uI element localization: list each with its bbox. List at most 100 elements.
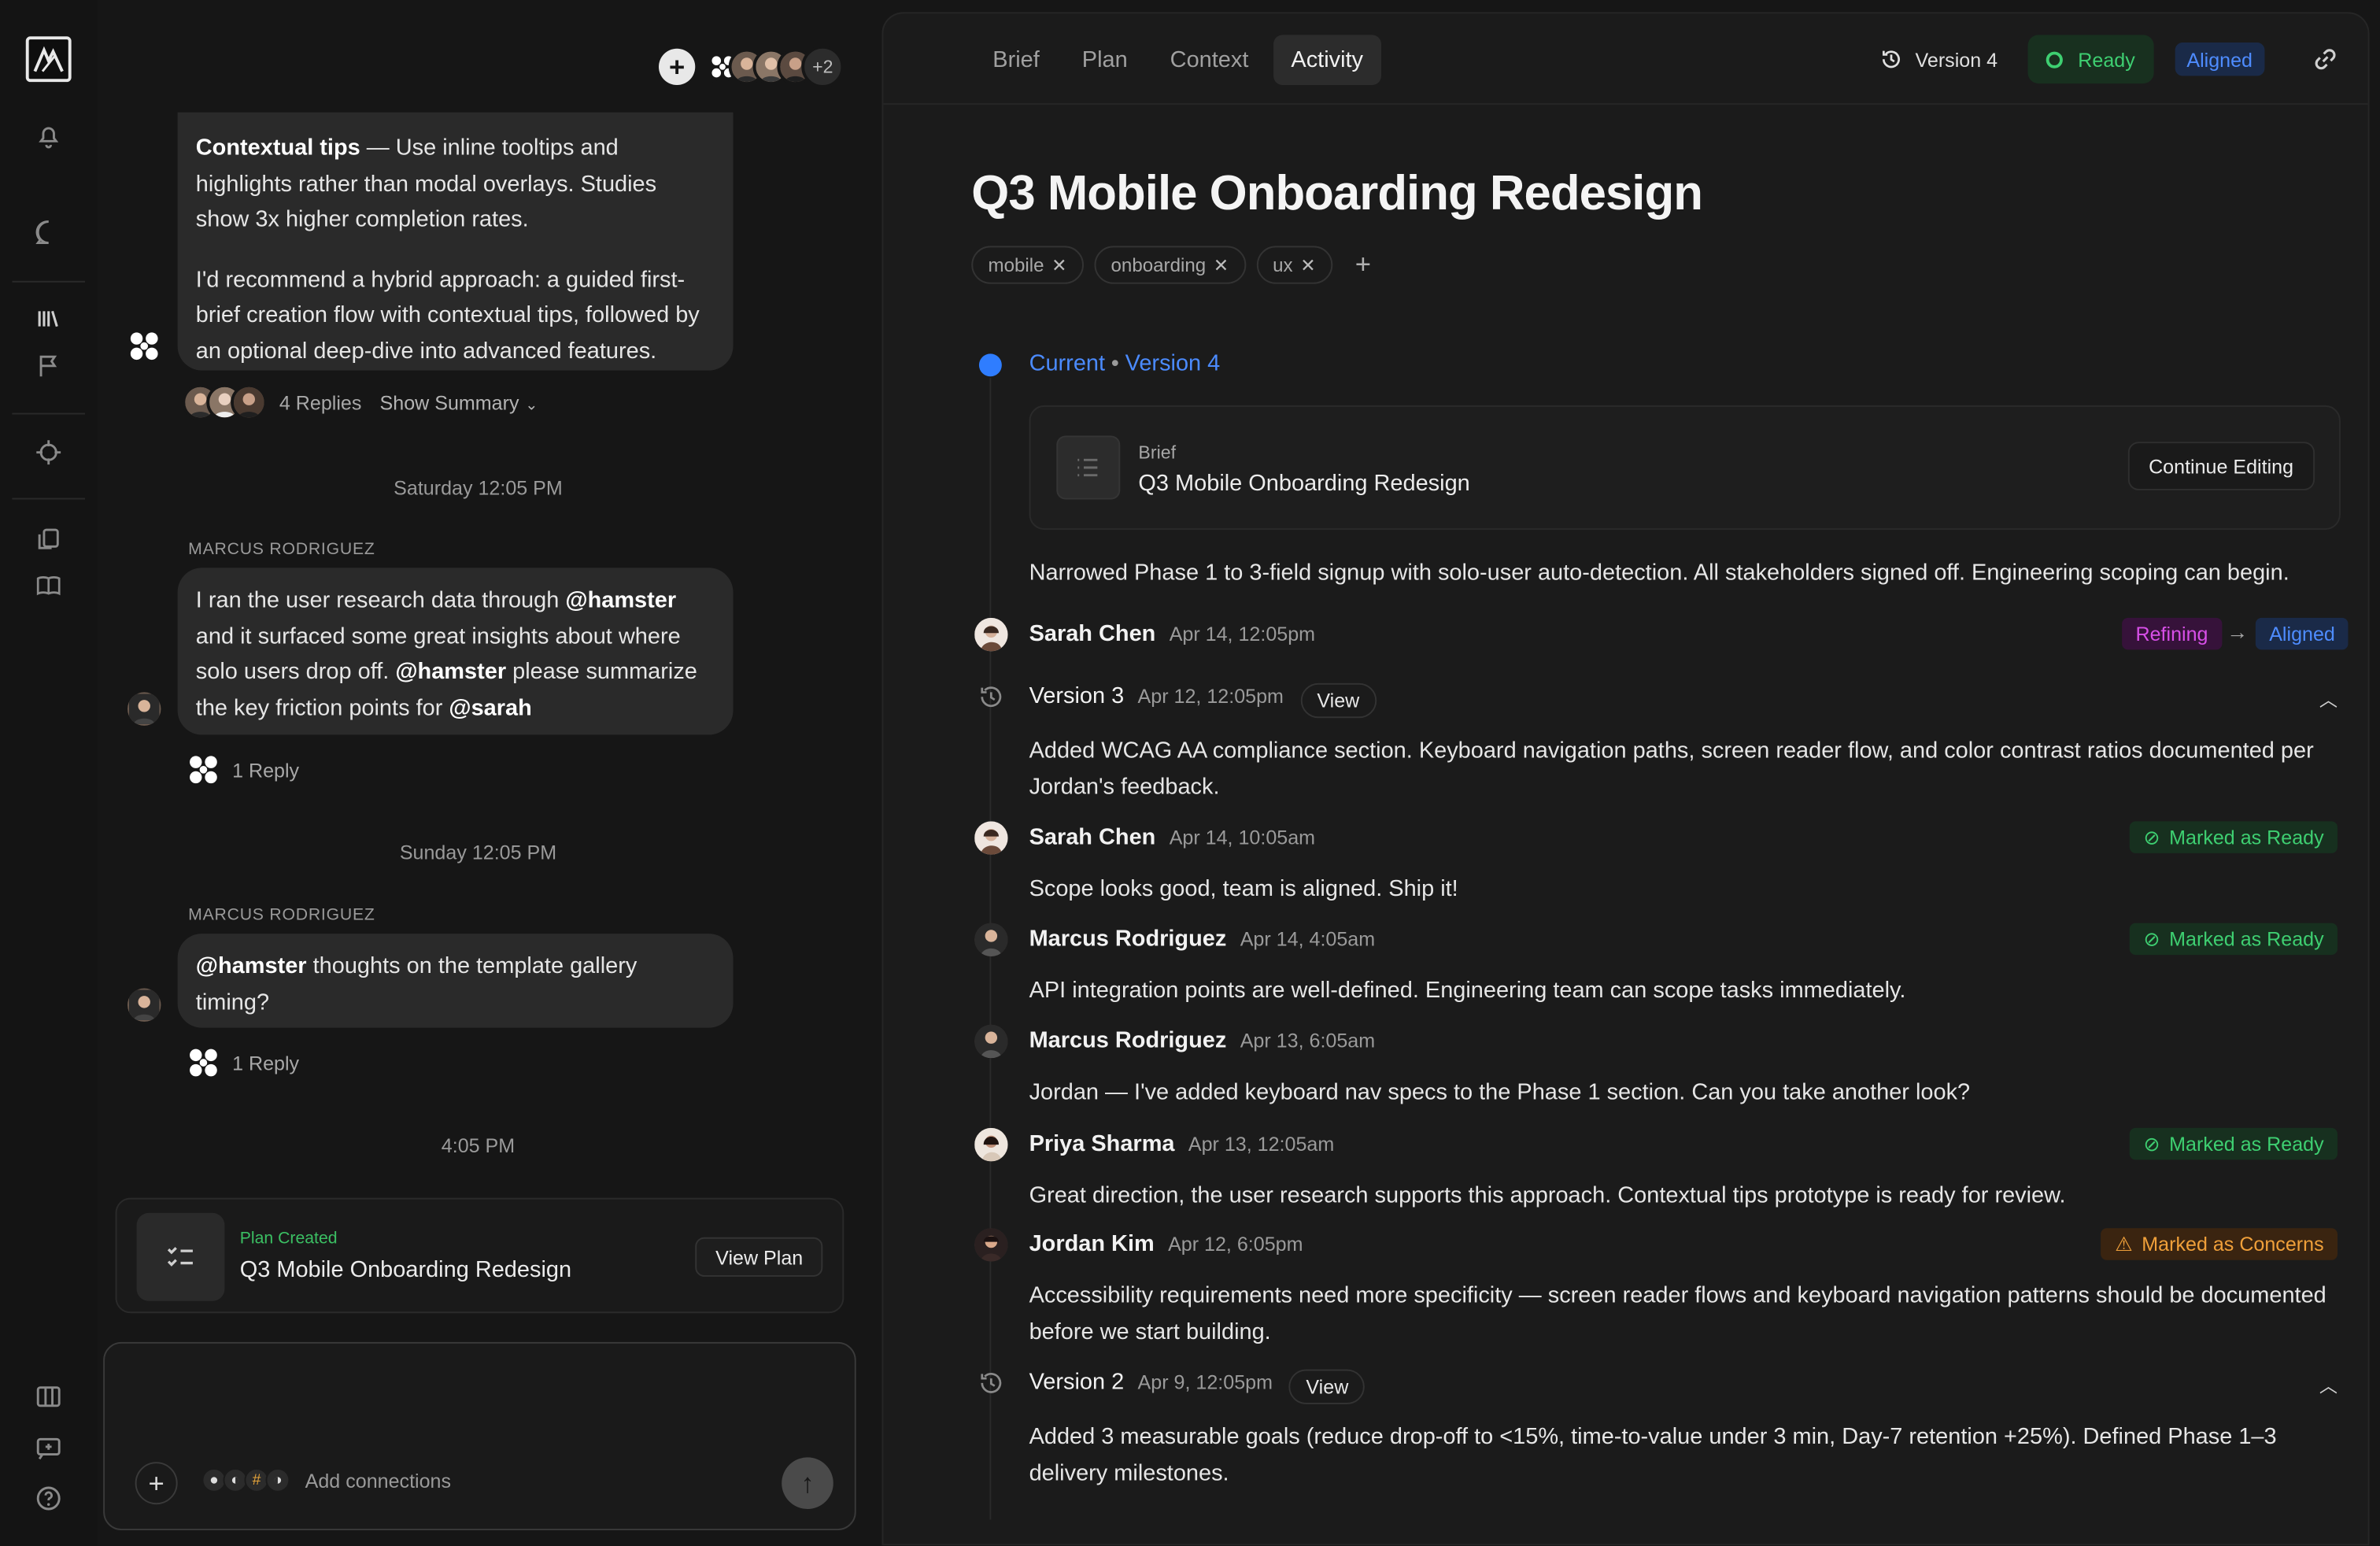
brief-card[interactable]: Brief Q3 Mobile Onboarding Redesign Cont… <box>1029 405 2341 531</box>
close-icon[interactable]: ✕ <box>1214 254 1229 276</box>
tab-plan[interactable]: Plan <box>1064 35 1146 85</box>
list-icon <box>1056 435 1121 500</box>
reply-count[interactable]: 4 Replies <box>279 391 362 414</box>
close-icon[interactable]: ✕ <box>1051 254 1066 276</box>
help-icon[interactable] <box>33 1483 64 1514</box>
tab-context[interactable]: Context <box>1152 35 1267 85</box>
notion-icon: ◑ <box>265 1467 290 1492</box>
avatar <box>127 692 161 726</box>
checklist-icon <box>136 1212 225 1301</box>
add-participant-button[interactable]: + <box>658 48 696 85</box>
library-icon[interactable] <box>33 304 64 335</box>
chat-icon[interactable] <box>33 217 64 248</box>
version-label: Version 4 <box>1915 47 1998 71</box>
close-icon[interactable]: ✕ <box>1300 254 1315 276</box>
bell-icon[interactable] <box>33 120 64 150</box>
send-button[interactable]: ↑ <box>782 1457 833 1509</box>
entry-date: Apr 14, 12:05pm <box>1169 622 1316 645</box>
history-icon <box>976 682 1007 712</box>
version-entry: Version 2 Apr 9, 12:05pm View <box>1029 1369 1366 1404</box>
left-rail <box>0 0 98 1546</box>
reply-count[interactable]: 1 Reply <box>232 758 299 781</box>
mention[interactable]: @hamster <box>196 953 307 979</box>
entry-date: Apr 12, 6:05pm <box>1168 1232 1303 1256</box>
chevron-up-icon[interactable]: ︿ <box>2319 1372 2338 1398</box>
message-sender: MARCUS RODRIGUEZ <box>188 540 375 559</box>
activity-entry: Sarah Chen Apr 14, 12:05pm <box>1029 621 1316 647</box>
assistant-message-bubble: Contextual tips — Use inline tooltips an… <box>177 112 734 371</box>
mention[interactable]: @hamster <box>565 587 676 613</box>
view-plan-button[interactable]: View Plan <box>696 1237 823 1277</box>
marked-concerns-badge: ⚠ Marked as Concerns <box>2101 1228 2338 1260</box>
status-aligned-badge[interactable]: Aligned <box>2174 42 2265 76</box>
check-circle-icon: ⊘ <box>2143 1131 2160 1155</box>
entry-date: Apr 13, 12:05am <box>1188 1132 1335 1156</box>
columns-icon[interactable] <box>33 1381 64 1412</box>
participant-overflow-count[interactable]: +2 <box>801 45 844 88</box>
participant-avatars[interactable]: +2 <box>704 45 844 88</box>
message-sender: MARCUS RODRIGUEZ <box>188 906 375 925</box>
marked-ready-badge: ⊘ Marked as Ready <box>2130 923 2338 956</box>
entry-text: Scope looks good, team is aligned. Ship … <box>1029 875 1458 902</box>
entry-author: Sarah Chen <box>1029 824 1156 850</box>
hamster-logo-icon <box>187 753 220 786</box>
check-circle-icon: ⊘ <box>2143 825 2160 849</box>
tab-brief[interactable]: Brief <box>974 35 1058 85</box>
add-connections-label[interactable]: Add connections <box>305 1469 451 1492</box>
marked-ready-badge: ⊘ Marked as Ready <box>2130 821 2338 853</box>
entry-date: Apr 14, 4:05am <box>1240 927 1376 951</box>
tab-bar: Brief Plan Context Activity <box>974 35 1382 85</box>
view-version-button[interactable]: View <box>1300 682 1377 719</box>
feedback-icon[interactable] <box>33 1433 64 1464</box>
add-tag-button[interactable]: + <box>1355 249 1371 280</box>
top-bar: Brief Plan Context Activity Version 4 Re… <box>883 13 2368 105</box>
status-ready-button[interactable]: Ready <box>2027 35 2153 84</box>
page-title: Q3 Mobile Onboarding Redesign <box>971 165 1703 220</box>
avatar <box>974 821 1008 855</box>
version-selector[interactable]: Version 4 <box>1870 47 2007 72</box>
plan-title: Q3 Mobile Onboarding Redesign <box>239 1256 572 1283</box>
entry-author: Marcus Rodriguez <box>1029 1027 1227 1054</box>
version-entry: Version 3 Apr 12, 12:05pm View <box>1029 682 1377 719</box>
connections-selector[interactable]: ● ◐ # ◑ Add connections <box>201 1467 451 1492</box>
chevron-down-icon: ⌄ <box>525 397 538 414</box>
tag-chip[interactable]: onboarding ✕ <box>1094 246 1246 284</box>
continue-editing-button[interactable]: Continue Editing <box>2127 442 2315 490</box>
view-version-button[interactable]: View <box>1289 1369 1366 1404</box>
tag-chip[interactable]: mobile ✕ <box>971 246 1084 284</box>
tag-chip[interactable]: ux ✕ <box>1255 246 1332 284</box>
tab-activity[interactable]: Activity <box>1273 35 1382 85</box>
check-circle-icon: ⊘ <box>2143 926 2160 950</box>
avatar <box>974 923 1008 956</box>
entry-text: Jordan — I've added keyboard nav specs t… <box>1029 1079 1971 1105</box>
activity-entry: Priya Sharma Apr 13, 12:05am <box>1029 1131 1335 1157</box>
current-version-label: Current • Version 4 <box>1029 350 1221 377</box>
activity-entry: Sarah Chen Apr 14, 10:05am <box>1029 824 1316 850</box>
chevron-up-icon[interactable]: ︿ <box>2319 686 2338 712</box>
target-icon[interactable] <box>33 437 64 468</box>
app-logo-icon[interactable] <box>25 36 72 83</box>
copy-icon[interactable] <box>33 523 64 554</box>
date-separator: Sunday 12:05 PM <box>399 841 557 864</box>
mention[interactable]: @hamster <box>395 659 506 685</box>
thread-replies[interactable]: 4 Replies Show Summary ⌄ <box>182 383 538 421</box>
chat-panel: + +2 Contextual tips — Use inline toolti… <box>97 0 881 1546</box>
thread-replies[interactable]: 1 Reply <box>187 1046 299 1079</box>
show-summary-toggle[interactable]: Show Summary ⌄ <box>380 391 538 414</box>
entry-author: Marcus Rodriguez <box>1029 926 1227 952</box>
thread-replies[interactable]: 1 Reply <box>187 753 299 786</box>
composer-add-button[interactable]: + <box>135 1462 178 1505</box>
link-icon[interactable] <box>2310 44 2341 75</box>
plan-created-card[interactable]: Plan Created Q3 Mobile Onboarding Redesi… <box>115 1197 844 1314</box>
message-composer[interactable]: + ● ◐ # ◑ Add connections ↑ <box>103 1341 856 1530</box>
book-icon[interactable] <box>33 571 64 601</box>
mention[interactable]: @sarah <box>449 694 531 720</box>
version-note: Narrowed Phase 1 to 3-field signup with … <box>1029 560 2289 586</box>
date-separator: 4:05 PM <box>441 1134 516 1157</box>
entry-text: API integration points are well-defined.… <box>1029 977 1906 1004</box>
tag-list: mobile ✕ onboarding ✕ ux ✕ + <box>971 246 1371 284</box>
message-text: I ran the user research data through <box>195 587 566 614</box>
reply-count[interactable]: 1 Reply <box>232 1052 299 1074</box>
history-icon <box>1882 50 1900 68</box>
flag-icon[interactable] <box>33 350 64 381</box>
